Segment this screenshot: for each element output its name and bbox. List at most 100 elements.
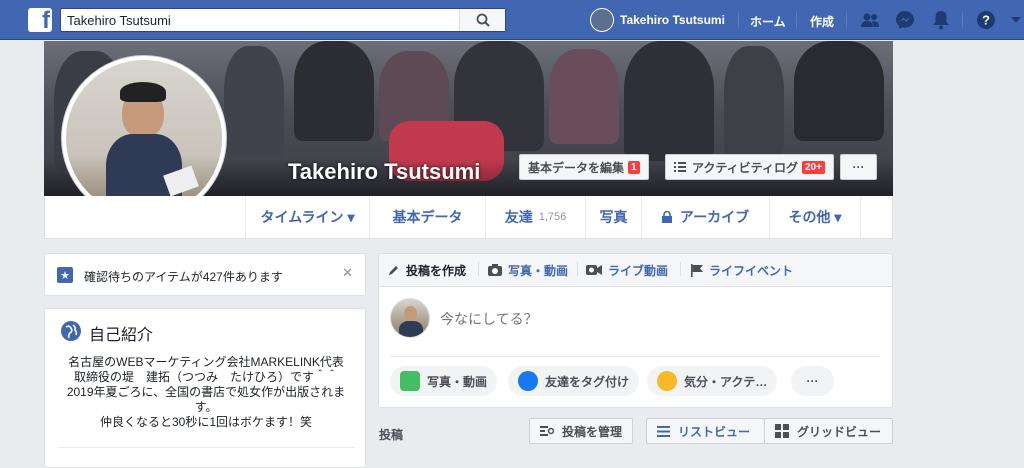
smiley-icon xyxy=(657,371,677,391)
photo-hair xyxy=(120,82,166,102)
intro-bio-line: 名古屋のWEBマーケティング会社MARKELINK代表 xyxy=(68,355,344,369)
composer-tab-photo[interactable]: 写真・動画 xyxy=(488,262,568,278)
edit-profile-badge: 1 xyxy=(628,160,640,174)
cover-figure xyxy=(624,41,714,161)
top-profile-name: Takehiro Tsutsumi xyxy=(620,13,725,27)
profile-nav: タイムライン ▾ 基本データ 友達 1,756 写真 アーカイブ その他 ▾ xyxy=(44,196,893,239)
divider xyxy=(390,356,880,357)
divider xyxy=(738,12,739,28)
top-profile-link[interactable]: Takehiro Tsutsumi xyxy=(590,8,725,32)
search-input[interactable] xyxy=(61,9,461,31)
cover-figure xyxy=(724,46,784,156)
tab-archive[interactable]: アーカイブ xyxy=(641,196,769,238)
tab-photos-label: 写真 xyxy=(599,209,628,225)
edit-profile-button[interactable]: 基本データを編集 1 xyxy=(519,154,649,180)
tab-about-label: 基本データ xyxy=(392,209,463,225)
divider xyxy=(478,262,479,276)
photo-icon xyxy=(400,371,420,391)
photo-face xyxy=(404,306,417,321)
composer-tab-post-label: 投稿を作成 xyxy=(406,263,467,278)
manage-posts-label: 投稿を管理 xyxy=(562,424,623,439)
tab-friends[interactable]: 友達 1,756 xyxy=(485,196,585,238)
more-options-button[interactable]: ··· xyxy=(840,154,877,180)
tab-photos[interactable]: 写真 xyxy=(585,196,641,238)
search-box xyxy=(60,8,506,32)
avatar xyxy=(590,8,614,32)
tab-more-label: その他 ▾ xyxy=(788,209,842,225)
tab-about[interactable]: 基本データ xyxy=(369,196,485,238)
intro-title: 自己紹介 xyxy=(89,327,154,344)
home-link[interactable]: ホーム xyxy=(750,13,786,30)
composer-input[interactable] xyxy=(440,308,870,330)
tab-timeline-label: タイムライン ▾ xyxy=(260,209,355,225)
svg-text:?: ? xyxy=(982,13,990,28)
search-icon xyxy=(476,13,490,27)
intro-bio-line: 仲良くなると30秒に1回はボケます！笑 xyxy=(99,415,313,429)
feeling-chip[interactable]: 気分・アクテ… xyxy=(647,366,778,396)
tag-friends-chip[interactable]: 友達をタグ付け xyxy=(508,366,640,396)
create-link[interactable]: 作成 xyxy=(810,13,834,30)
divider xyxy=(846,12,847,28)
friends-count: 1,756 xyxy=(538,211,567,223)
camera-icon xyxy=(488,264,502,276)
composer-tab-live-label: ライブ動画 xyxy=(608,263,669,278)
messenger-icon[interactable] xyxy=(893,8,917,32)
star-icon: ★ xyxy=(57,267,73,283)
composer-tab-post[interactable]: 投稿を作成 xyxy=(388,262,466,278)
tab-friends-label: 友達 xyxy=(504,209,533,225)
activity-log-label: アクティビティログ xyxy=(692,160,798,175)
divider xyxy=(57,447,355,448)
activity-log-button[interactable]: アクティビティログ 20+ xyxy=(665,154,834,180)
tag-friends-icon xyxy=(518,371,538,391)
intro-bio-line: す。 xyxy=(194,400,218,414)
top-bar: f Takehiro Tsutsumi ホーム 作成 ? xyxy=(0,0,1024,40)
pending-items-card[interactable]: ★ 確認待ちのアイテムが427件あります ✕ xyxy=(44,253,366,296)
notifications-icon[interactable] xyxy=(929,8,953,32)
activity-log-badge: 20+ xyxy=(801,160,825,174)
grid-view-button[interactable]: グリッドビュー xyxy=(764,418,893,444)
intro-card: 自己紹介 名古屋のWEBマーケティング会社MARKELINK代表 取締役の堤 建… xyxy=(44,308,366,468)
divider xyxy=(962,12,963,28)
intro-bio-line: 取締役の堤 建拓（つつみ たけひろ）です＾＾ xyxy=(73,370,338,384)
cover-figure xyxy=(294,41,374,141)
list-view-icon xyxy=(657,425,670,437)
more-chip[interactable]: ··· xyxy=(791,366,834,396)
composer-tab-life-event[interactable]: ライフイベント xyxy=(691,262,793,278)
cover-figure xyxy=(794,41,884,141)
tab-archive-label: アーカイブ xyxy=(679,209,750,225)
photo-suit xyxy=(399,321,423,337)
close-icon[interactable]: ✕ xyxy=(342,266,353,281)
more-chip-label: ··· xyxy=(806,374,819,388)
cover-figure xyxy=(224,46,284,156)
tab-timeline[interactable]: タイムライン ▾ xyxy=(245,196,369,238)
intro-bio-line: 2019年夏ごろに、全国の書店で処女作が出版されま xyxy=(66,385,346,399)
composer-tab-live[interactable]: ライブ動画 xyxy=(586,262,668,278)
flag-icon xyxy=(691,263,703,277)
tab-more[interactable]: その他 ▾ xyxy=(769,196,861,238)
friends-icon[interactable] xyxy=(858,8,882,32)
intro-bio: 名古屋のWEBマーケティング会社MARKELINK代表 取締役の堤 建拓（つつみ… xyxy=(53,355,359,430)
pending-items-text: 確認待ちのアイテムが427件あります xyxy=(84,270,283,284)
settings-icon xyxy=(540,426,554,436)
posts-heading: 投稿 xyxy=(379,428,404,442)
tag-friends-chip-label: 友達をタグ付け xyxy=(545,374,630,389)
divider xyxy=(796,12,797,28)
composer-tab-photo-label: 写真・動画 xyxy=(508,263,569,278)
help-icon[interactable]: ? xyxy=(974,8,998,32)
grid-view-icon xyxy=(775,424,789,438)
cover-figure xyxy=(549,49,619,144)
composer-avatar xyxy=(390,298,430,338)
facebook-logo[interactable]: f xyxy=(28,7,52,34)
profile-name: Takehiro Tsutsumi xyxy=(288,159,481,184)
caret-down-icon[interactable] xyxy=(1004,8,1024,32)
composer-tab-life-event-label: ライフイベント xyxy=(709,263,794,278)
manage-posts-button[interactable]: 投稿を管理 xyxy=(529,418,634,444)
pencil-icon xyxy=(389,266,398,275)
grid-view-label: グリッドビュー xyxy=(797,424,882,439)
divider xyxy=(680,262,681,276)
photo-video-chip[interactable]: 写真・動画 xyxy=(390,366,498,396)
search-button[interactable] xyxy=(459,9,505,31)
list-view-button[interactable]: リストビュー xyxy=(646,418,765,444)
list-icon xyxy=(674,162,686,172)
profile-photo xyxy=(66,60,222,216)
